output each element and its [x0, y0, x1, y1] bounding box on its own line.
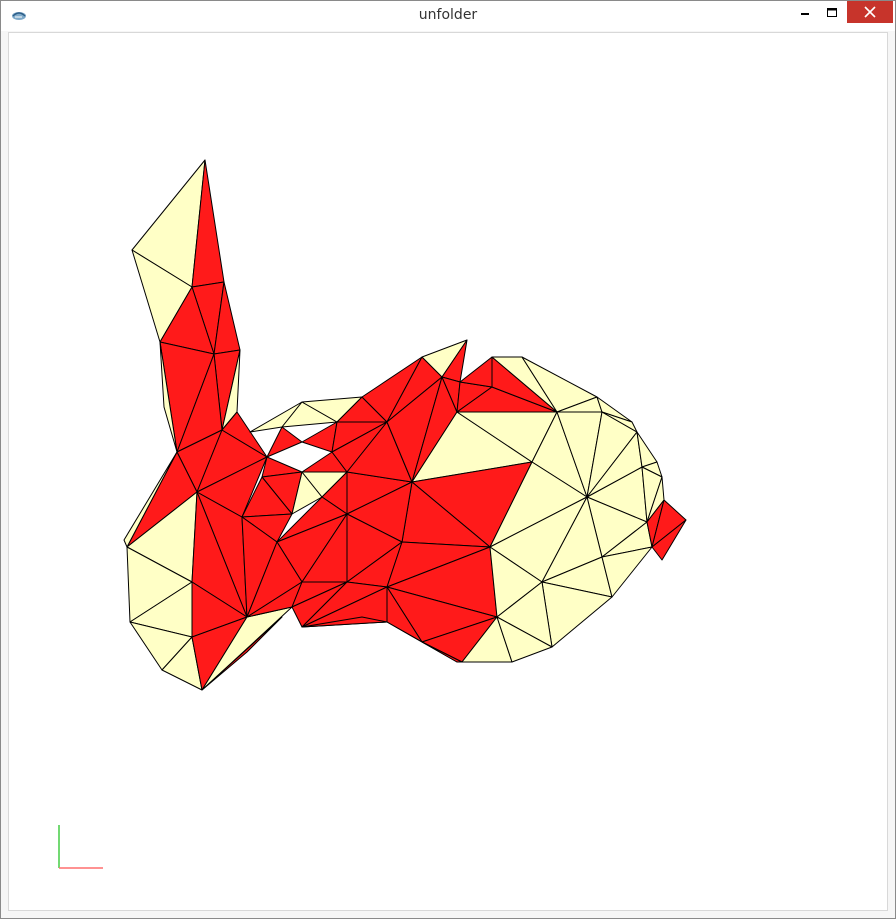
maximize-button[interactable] [818, 1, 846, 23]
minimize-icon [801, 13, 809, 15]
close-button[interactable] [847, 1, 893, 23]
mesh-face[interactable] [301, 421, 338, 453]
app-window: unfolder [0, 0, 896, 919]
title-bar[interactable]: unfolder [1, 1, 895, 31]
window-title: unfolder [418, 7, 478, 23]
minimize-button[interactable] [791, 1, 819, 23]
mesh-face[interactable] [459, 356, 493, 388]
close-icon [864, 6, 876, 18]
3d-viewport[interactable] [8, 32, 888, 911]
axis-gizmo [58, 825, 103, 869]
maximize-icon [827, 8, 837, 17]
bunny-mesh[interactable] [9, 33, 889, 912]
mesh-face[interactable] [266, 426, 303, 458]
